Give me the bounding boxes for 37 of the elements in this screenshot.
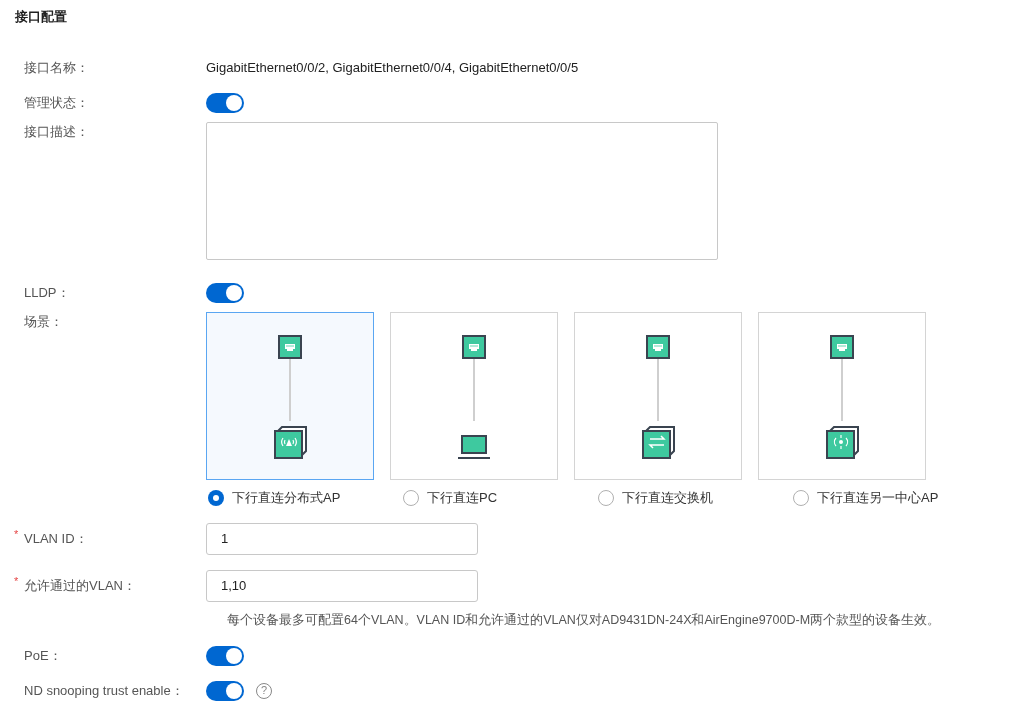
description-field[interactable] [206,122,718,260]
field-label: ND snooping trust enable： [24,682,184,700]
ethernet-port-icon [646,335,670,359]
scene-card[interactable] [206,312,374,480]
toggle-switch[interactable] [206,282,244,303]
ethernet-port-icon [278,335,302,359]
scene-radio[interactable]: 下行直连PC [401,488,596,508]
ethernet-port-icon [462,335,486,359]
required-asterisk: * [14,573,20,589]
field-label: PoE： [24,647,62,665]
field-label: 接口名称： [24,58,89,77]
field-label: 允许通过的VLAN： [24,576,136,595]
scene-card[interactable] [574,312,742,480]
laptop-icon [456,433,492,461]
field-value: GigabitEthernet0/0/2, GigabitEthernet0/0/4, GigabitEthernet0/0/5 [205,58,579,77]
field-label: LLDP： [24,283,70,302]
scene-radio[interactable]: 下行直连另一中心AP [791,488,986,508]
toggle-switch[interactable] [206,645,244,666]
switch-arrows-icon [640,425,676,461]
section-title: 接口配置 [14,8,68,26]
scene-card[interactable] [390,312,558,480]
wireless-ap-icon [272,425,308,461]
ethernet-port-icon [830,335,854,359]
text-input-field[interactable]: 1 [206,522,478,555]
field-label: 场景： [24,313,63,331]
field-label: 接口描述： [24,123,89,141]
field-label: 管理状态： [24,93,89,112]
scene-radio[interactable]: 下行直连交换机 [596,488,791,508]
text-input-field[interactable]: 1,10 [206,569,478,602]
required-asterisk: * [14,526,20,542]
toggle-switch[interactable] [206,680,244,701]
scene-radio[interactable]: 下行直连分布式AP [206,488,401,508]
field-label: VLAN ID： [24,529,88,548]
toggle-switch[interactable] [206,92,244,113]
hint-text: 每个设备最多可配置64个VLAN。VLAN ID和允许通过的VLAN仅对AD9431DN-24X和AirEngine9700D-M两个款型的设备生效。 [226,611,942,629]
scene-card[interactable] [758,312,926,480]
center-ap-icon [824,425,860,461]
